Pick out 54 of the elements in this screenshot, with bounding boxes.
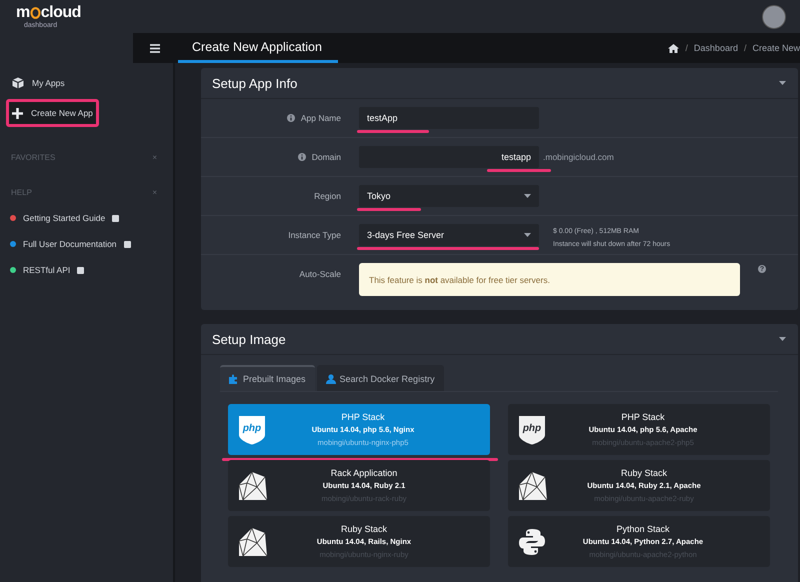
field-label: Region: [314, 191, 341, 201]
breadcrumb-separator: /: [685, 43, 688, 53]
caret-icon: [524, 233, 531, 237]
sidebar-item[interactable]: My Apps: [6, 69, 99, 97]
gem-icon: [238, 470, 268, 500]
text-field[interactable]: testapp: [359, 146, 539, 168]
shield-logo-icon: php: [238, 414, 266, 444]
brand-name: cloud: [40, 4, 81, 20]
card-title: Python Stack: [616, 525, 670, 534]
breadcrumb-separator: /: [744, 43, 746, 53]
domain-suffix: .mobingicloud.com: [543, 151, 614, 164]
user-icon: [326, 374, 336, 384]
help-link[interactable]: Getting Started Guide: [23, 213, 106, 223]
card-title: PHP Stack: [341, 413, 385, 422]
help-link[interactable]: RESTful API: [23, 265, 70, 275]
sidebar-item[interactable]: Create New App: [6, 99, 99, 127]
field-label: App Name: [300, 113, 341, 123]
caret-icon: [779, 337, 786, 341]
info-icon: [286, 114, 295, 122]
image-source-tab[interactable]: Search Docker Registry: [316, 365, 444, 391]
breadcrumb-link[interactable]: Create New: [752, 43, 800, 53]
brand-name: m: [16, 4, 30, 20]
breadcrumb-link[interactable]: Dashboard: [694, 43, 738, 53]
ring-logo-icon: [30, 6, 41, 18]
caret-icon: [779, 81, 786, 85]
section-heading: FAVORITES: [11, 153, 56, 162]
select-field[interactable]: 3-days Free Server: [359, 224, 539, 246]
card-title: Rack Application: [330, 469, 398, 478]
notice-message: This feature is not available for free tier servers.: [359, 263, 740, 296]
field-label: Auto-Scale: [299, 269, 341, 279]
section-heading: HELP: [11, 188, 32, 197]
user-avatar[interactable]: [762, 4, 786, 28]
card-title: Ruby Stack: [340, 525, 388, 534]
card-title: PHP Stack: [621, 413, 665, 422]
puzzle-icon: [229, 374, 239, 384]
home-icon[interactable]: [668, 44, 680, 52]
snake-logo-icon: [518, 528, 546, 556]
help-link[interactable]: Full User Documentation: [23, 239, 117, 249]
menu-icon[interactable]: [150, 44, 160, 52]
caret-icon: [524, 194, 531, 198]
page-title-tab[interactable]: Create New Application: [178, 33, 338, 63]
select-field[interactable]: Tokyo: [359, 185, 539, 207]
panel-title: Setup App Info: [212, 76, 298, 90]
cube-icon: [12, 77, 24, 89]
panel-title: Setup Image: [212, 332, 286, 346]
card-title: Ruby Stack: [620, 469, 668, 478]
shield-logo-icon: php: [518, 414, 546, 444]
gem-icon: [238, 526, 268, 556]
field-label: Instance Type: [288, 230, 341, 240]
field-label: Domain: [312, 152, 341, 162]
plus-icon: [12, 108, 23, 118]
info-icon: [298, 153, 306, 161]
text-field[interactable]: testApp: [359, 107, 539, 129]
gem-icon: [518, 470, 548, 500]
